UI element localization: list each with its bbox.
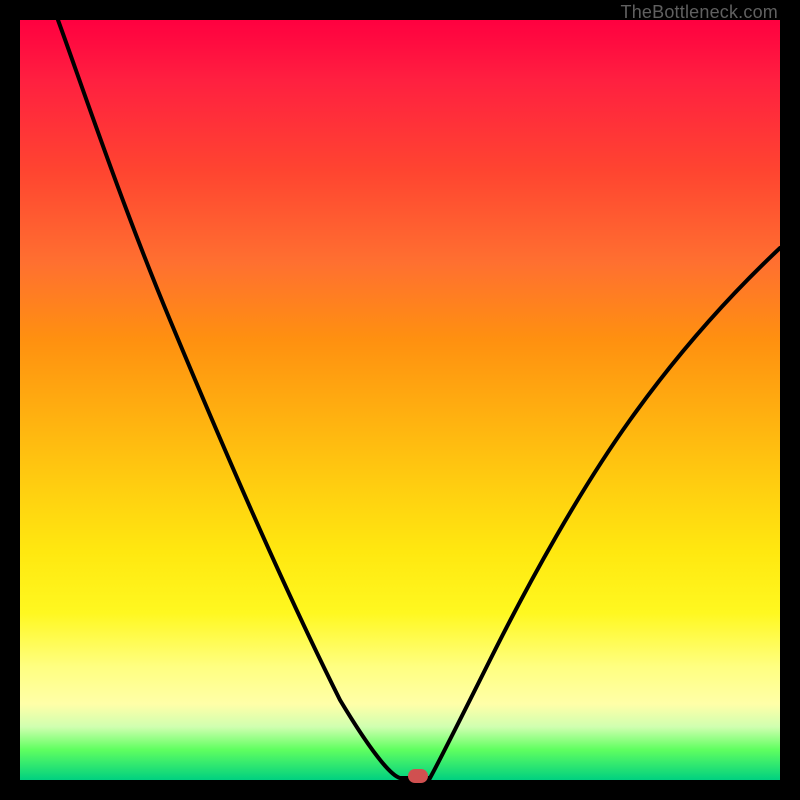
watermark-text: TheBottleneck.com <box>621 2 778 23</box>
plot-background-gradient <box>20 20 780 780</box>
optimal-point-marker <box>408 769 428 783</box>
chart-container: TheBottleneck.com <box>0 0 800 800</box>
